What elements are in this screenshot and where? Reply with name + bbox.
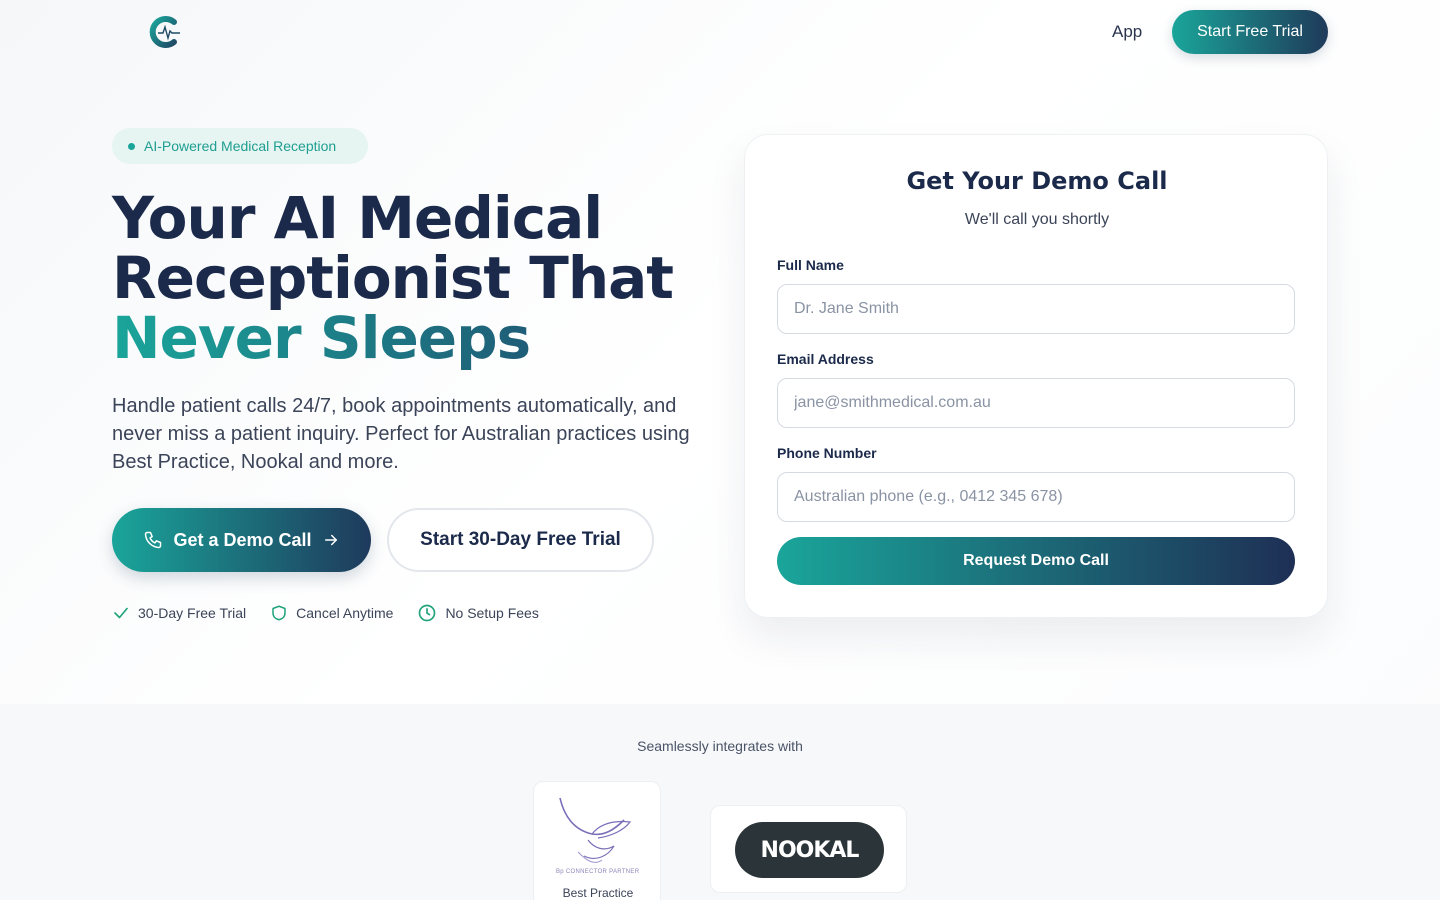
demo-call-form-card: Get Your Demo Call We'll call you shortl…	[744, 134, 1328, 618]
full-name-input[interactable]	[777, 284, 1295, 334]
nookal-logo: NOOKAL	[735, 822, 884, 878]
hero-subtitle: Handle patient calls 24/7, book appointm…	[112, 395, 690, 473]
perks-list: 30-Day Free Trial Cancel Anytime No Setu…	[112, 603, 539, 623]
arrow-right-icon	[324, 534, 337, 546]
hero-title-accent: Never Sleeps	[112, 304, 531, 372]
request-demo-call-button[interactable]: Request Demo Call	[777, 537, 1295, 585]
check-icon	[114, 607, 128, 619]
get-demo-call-label: Get a Demo Call	[173, 529, 312, 550]
shield-icon	[272, 605, 286, 621]
best-practice-card: Bp CONNECTOR PARTNER Best Practice	[533, 781, 661, 900]
form-title: Get Your Demo Call	[906, 167, 1168, 195]
hero-title-line1: Your AI Medical	[112, 184, 603, 252]
logo-icon[interactable]	[148, 14, 184, 50]
perk-free-trial: 30-Day Free Trial	[112, 603, 246, 623]
best-practice-logo-icon	[559, 797, 632, 863]
form-subtitle: We'll call you shortly	[964, 211, 1110, 228]
hero-title-line2: Receptionist That	[112, 244, 674, 312]
best-practice-caption: Best Practice	[562, 886, 634, 900]
perk-label: No Setup Fees	[445, 605, 539, 621]
best-practice-small-text: Bp CONNECTOR PARTNER	[556, 869, 640, 875]
nav-app-link[interactable]: App	[1112, 22, 1142, 42]
get-demo-call-button[interactable]: Get a Demo Call	[112, 508, 371, 572]
perk-label: 30-Day Free Trial	[138, 605, 247, 621]
perk-label: Cancel Anytime	[296, 605, 394, 621]
nookal-card: NOOKAL	[710, 805, 907, 893]
top-navigation: App Start Free Trial	[0, 0, 1440, 64]
nookal-logo-text: NOOKAL	[760, 837, 860, 863]
perk-cancel-anytime: Cancel Anytime	[270, 603, 393, 623]
phone-icon	[145, 531, 162, 549]
start-30-day-trial-button[interactable]: Start 30-Day Free Trial	[387, 508, 654, 572]
clock-icon	[419, 604, 436, 622]
badge-label: AI-Powered Medical Reception	[144, 138, 337, 154]
phone-input[interactable]	[777, 472, 1295, 522]
email-label: Email Address	[777, 351, 874, 367]
hero-badge: AI-Powered Medical Reception	[112, 128, 368, 164]
full-name-label: Full Name	[777, 257, 844, 273]
perk-no-setup-fees: No Setup Fees	[417, 603, 539, 623]
email-input[interactable]	[777, 378, 1295, 428]
start-free-trial-button[interactable]: Start Free Trial	[1172, 10, 1328, 54]
integrations-label: Seamlessly integrates with	[637, 738, 803, 754]
integrations-section: Seamlessly integrates with Bp CONNECTOR …	[0, 704, 1440, 900]
hero-title: Your AI Medical Receptionist That Never …	[112, 188, 732, 368]
badge-dot-icon	[128, 142, 135, 150]
phone-label: Phone Number	[777, 445, 877, 461]
